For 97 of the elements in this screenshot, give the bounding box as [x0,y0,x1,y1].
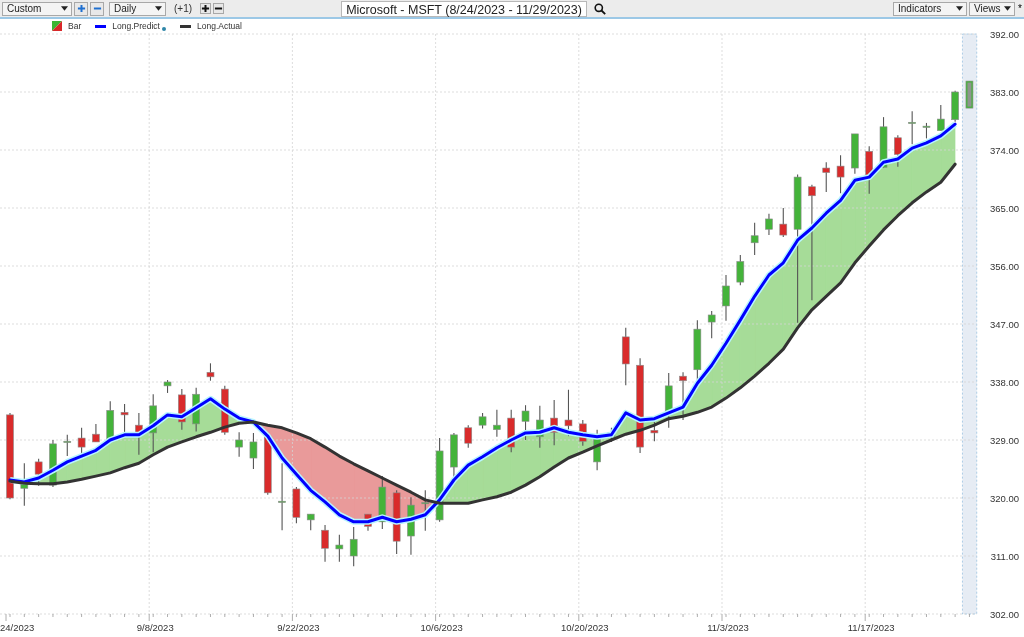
caret-icon [155,6,162,11]
candlestick [392,489,401,555]
candlestick [149,393,157,453]
x-axis-label: 10/20/2023 [561,622,609,633]
candlestick [192,387,200,433]
x-axis-label: 9/8/2023 [136,622,174,633]
candlestick [507,409,515,453]
candlestick [564,389,573,437]
candlestick [521,404,530,441]
candlestick [722,274,730,322]
candlestick [178,388,186,431]
pending-candlestick [965,80,974,109]
candlestick [836,154,845,194]
y-axis-label: 374.00 [989,144,1019,156]
candlestick [77,427,86,456]
periodicity-select[interactable]: Daily [109,1,166,16]
offset-label: (+1) [174,3,193,14]
candlestick [306,513,315,531]
x-axis-label: 9/22/2023 [277,622,320,633]
candlestick [679,371,687,421]
candlestick [263,436,272,496]
candlestick [879,116,888,169]
zoom-in-button[interactable] [200,3,212,14]
legend-label: Long.Predict [112,21,160,31]
candlestick [922,122,931,139]
y-axis-label: 356.00 [989,260,1019,272]
caret-icon [61,6,68,11]
candlestick [650,421,659,442]
candlestick [593,429,601,471]
candlestick [894,134,902,168]
candlestick [206,362,215,382]
x-axis-label: 10/6/2023 [420,622,463,633]
x-axis-label: 11/17/2023 [847,622,895,633]
plus-icon [201,4,211,13]
y-axis-label: 347.00 [989,318,1019,330]
candlestick [478,412,487,429]
plus-icon [76,4,86,13]
candlestick [63,434,72,457]
candlestick [49,439,57,488]
candlestick [407,496,415,556]
candlestick [736,254,745,286]
symbol-field[interactable]: Microsoft - MSFT (8/24/2023 - 11/29/2023) [341,0,587,17]
candlestick [493,409,501,438]
y-axis-label: 329.00 [989,434,1019,446]
x-axis-label: 24/2023 [0,622,35,633]
y-axis-label: 320.00 [989,492,1019,504]
candlestick [779,207,788,238]
y-axis-label: 338.00 [989,376,1019,388]
candlestick [349,526,358,567]
views-select[interactable]: Views [969,1,1015,16]
candlestick [865,145,873,195]
candlestick [750,222,759,256]
candlestick [421,489,430,532]
candlestick [707,310,716,339]
y-axis-label: 302.00 [989,608,1019,620]
candlestick [664,372,673,429]
candlestick [765,213,773,236]
template-select[interactable]: Custom [2,1,72,16]
candlestick [92,423,100,443]
candlestick [937,104,945,132]
candlestick [135,412,143,456]
y-axis-label: 365.00 [989,202,1019,214]
bar-series-icon [52,21,62,31]
candlestick [20,462,29,507]
candlestick [292,486,301,524]
candlestick [34,458,43,487]
candlestick [621,327,630,386]
candlestick [822,161,831,193]
candlestick [249,432,258,470]
candlestick [364,513,372,532]
candlestick [235,431,243,458]
modified-mark: * [1018,3,1023,14]
candlestick [335,534,344,563]
line-swatch [95,24,107,28]
candlestick [908,110,916,145]
settings-dot-icon[interactable] [161,26,166,31]
search-icon [593,2,606,15]
y-axis-label: 392.00 [989,28,1019,40]
candlestick [163,379,172,394]
candlestick [278,462,286,531]
candlestick [951,90,959,123]
candlestick [321,524,329,563]
y-axis-label: 311.00 [990,550,1019,562]
candlestick [221,385,229,436]
line-swatch [179,24,191,28]
indicators-select[interactable]: Indicators [893,1,967,16]
legend-label: Bar [68,21,82,31]
caret-icon [1004,6,1011,11]
candlestick [851,133,859,175]
candlestick [464,424,473,449]
zoom-out-button[interactable] [213,3,225,14]
x-axis-label: 11/3/2023 [707,622,749,633]
caret-icon [956,6,963,11]
y-axis-label: 383.00 [989,86,1019,98]
candlestick [579,419,587,447]
legend-label: Long.Actual [196,21,242,31]
candlestick [120,403,129,434]
